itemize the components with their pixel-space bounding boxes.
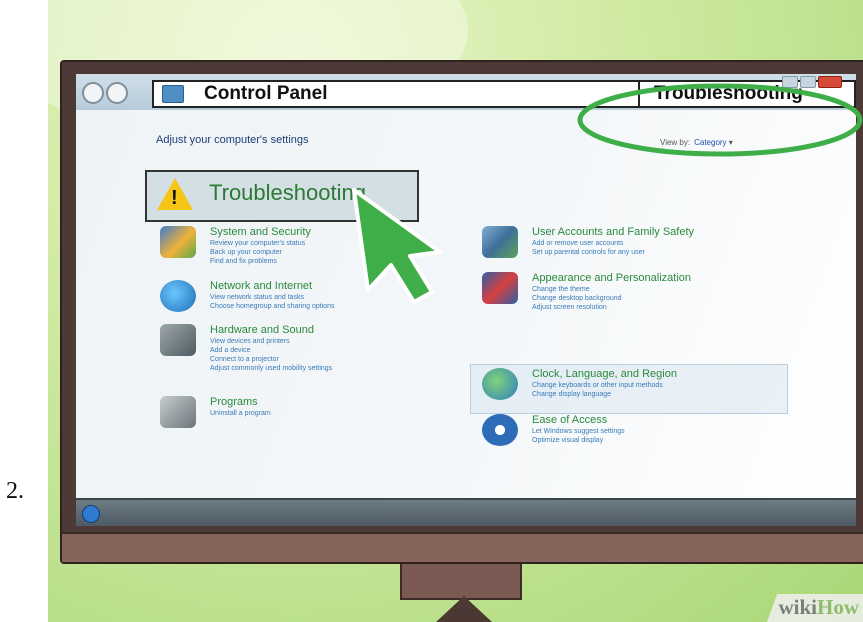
watermark-logo: wikiHow [778, 595, 859, 620]
watermark-wiki: wiki [778, 595, 817, 619]
search-highlight-ellipse [577, 83, 863, 157]
arrow-cursor-icon [352, 188, 442, 304]
watermark-how: How [817, 595, 859, 619]
step-number: 2. [6, 478, 24, 504]
illustration-frame: Control Panel Troubleshooting Adjust you… [48, 0, 863, 622]
annotation-overlay [352, 83, 863, 304]
